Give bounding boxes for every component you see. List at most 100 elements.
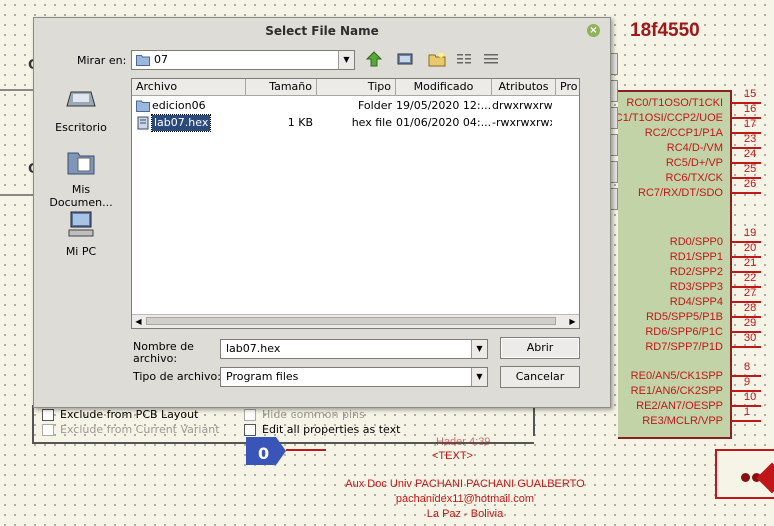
dialog-title: Select File Name bbox=[265, 24, 379, 38]
dialog-titlebar[interactable]: Select File Name × bbox=[34, 18, 610, 44]
credit-line: Aux Doc Univ PACHANI PACHANI GUALBERTO bbox=[345, 478, 585, 490]
exclude-variant-checkbox[interactable]: Exclude from Current Variant bbox=[42, 423, 220, 436]
filename-label: Nombre de archivo: bbox=[133, 340, 194, 365]
pin-line[interactable] bbox=[731, 420, 761, 422]
file-type: hex file bbox=[351, 116, 392, 129]
checkbox-label: Edit all properties as text bbox=[262, 423, 401, 436]
file-type: Folder bbox=[358, 99, 392, 112]
place-documents[interactable]: Mis Documen... bbox=[39, 148, 123, 209]
pin-number: 24 bbox=[744, 148, 757, 160]
column-header-modified[interactable]: Modificado bbox=[396, 79, 492, 95]
look-in-combo[interactable]: 07 ▼ bbox=[131, 50, 355, 70]
look-in-value: 07 bbox=[154, 53, 168, 66]
pin-line[interactable] bbox=[731, 192, 761, 194]
filetype-select[interactable]: Program files ▼ bbox=[220, 367, 488, 387]
pin-number: 22 bbox=[744, 272, 757, 284]
pin-label: RE2/AN7/OESPP bbox=[636, 400, 723, 412]
checkbox-label: Hide common pins bbox=[262, 408, 365, 421]
column-header-attributes[interactable]: Atributos bbox=[492, 79, 556, 95]
pin-label: RE0/AN5/CK1SPP bbox=[630, 370, 723, 382]
column-header-pro[interactable]: Pro bbox=[556, 79, 579, 95]
checkbox-box[interactable] bbox=[244, 423, 256, 436]
text-tag-ghost: Hader 4:39 bbox=[436, 436, 491, 448]
pin-number: 25 bbox=[744, 163, 757, 175]
pin-label: RD6/SPP6/P1C bbox=[645, 326, 723, 338]
chevron-down-icon[interactable]: ▼ bbox=[338, 51, 354, 69]
checkbox-box[interactable] bbox=[244, 408, 256, 421]
wire bbox=[533, 406, 535, 436]
credit-city: La Paz - Bolivia bbox=[426, 508, 504, 520]
file-list[interactable]: Archivo Tamaño Tipo Modificado Atributos… bbox=[131, 78, 580, 329]
up-folder-button[interactable] bbox=[364, 50, 384, 68]
pin-label: RD2/SPP2 bbox=[669, 266, 723, 278]
file-attributes: drwxrwxrwx bbox=[492, 99, 552, 112]
pin-label: RD7/SPP7/P1D bbox=[645, 341, 723, 353]
wire bbox=[0, 194, 33, 196]
scrollbar-thumb[interactable] bbox=[146, 317, 556, 325]
wire bbox=[0, 89, 33, 91]
column-header-type[interactable]: Tipo bbox=[317, 79, 396, 95]
pin-label: RD4/SPP4 bbox=[669, 296, 723, 308]
pin-number: 15 bbox=[744, 88, 757, 100]
pin-number: 20 bbox=[744, 242, 757, 254]
filename-input[interactable]: lab07.hex ▼ bbox=[220, 339, 488, 359]
pin-label: RD0/SPP0 bbox=[669, 236, 723, 248]
checkbox-box[interactable] bbox=[42, 423, 54, 436]
close-icon[interactable]: × bbox=[587, 24, 600, 37]
edit-all-checkbox[interactable]: Edit all properties as text bbox=[244, 423, 400, 436]
file-list-header: Archivo Tamaño Tipo Modificado Atributos… bbox=[132, 79, 579, 96]
port-flag-value: 0 bbox=[258, 444, 269, 463]
chevron-down-icon[interactable]: ▼ bbox=[471, 340, 487, 358]
details-view-icon bbox=[484, 54, 498, 64]
chip-name: 18f4550 bbox=[630, 20, 700, 41]
hide-pins-checkbox[interactable]: Hide common pins bbox=[244, 408, 365, 421]
pin-line[interactable] bbox=[731, 346, 761, 348]
new-folder-button[interactable] bbox=[427, 50, 447, 68]
chevron-down-icon[interactable]: ▼ bbox=[471, 368, 487, 386]
look-in-label: Mirar en: bbox=[77, 54, 127, 67]
file-row[interactable]: edicion06 Folder 19/05/2020 12:... drwxrwxr… bbox=[132, 98, 579, 114]
list-view-icon bbox=[457, 54, 471, 64]
file-name: edicion06 bbox=[152, 99, 206, 112]
desktop-icon bbox=[397, 53, 413, 65]
checkbox-label: Exclude from PCB Layout bbox=[60, 408, 199, 421]
pin-label: RC6/TX/CK bbox=[665, 172, 723, 184]
port-flag[interactable]: 0 bbox=[246, 437, 286, 465]
pin-number: 29 bbox=[744, 317, 757, 329]
cancel-button[interactable]: Cancelar bbox=[500, 366, 580, 388]
credit-email: pachanidex11@hotmail.com bbox=[395, 493, 535, 505]
scroll-left-icon[interactable]: ◀ bbox=[132, 315, 145, 328]
pin-number: 23 bbox=[744, 133, 757, 145]
exclude-pcb-checkbox[interactable]: Exclude from PCB Layout bbox=[42, 408, 198, 421]
place-label: Mis Documen... bbox=[49, 183, 113, 209]
hex-file-icon bbox=[136, 116, 150, 135]
checkbox-label: Exclude from Current Variant bbox=[60, 423, 220, 436]
pin-label: RE1/AN6/CK2SPP bbox=[630, 385, 723, 397]
details-view-button[interactable] bbox=[481, 50, 501, 68]
file-attributes: -rwxrwxrwx bbox=[492, 116, 552, 129]
column-header-name[interactable]: Archivo bbox=[132, 79, 246, 95]
desktop-icon bbox=[66, 91, 96, 107]
select-file-dialog: Select File Name × Mirar en: 07 ▼ Escrit… bbox=[33, 17, 611, 408]
pin-label: RC4/D-/VM bbox=[666, 142, 723, 154]
file-size: 1 KB bbox=[287, 116, 313, 129]
pin-number: 1 bbox=[744, 406, 751, 418]
connector[interactable] bbox=[715, 449, 774, 499]
file-modified: 01/06/2020 04:... bbox=[396, 116, 490, 129]
desktop-button[interactable] bbox=[395, 50, 415, 68]
pin-number: 26 bbox=[744, 178, 757, 190]
computer-icon bbox=[68, 211, 94, 237]
list-view-button[interactable] bbox=[454, 50, 474, 68]
pin-number: 19 bbox=[744, 227, 757, 239]
file-modified: 19/05/2020 12:... bbox=[396, 99, 490, 112]
open-button[interactable]: Abrir bbox=[500, 337, 580, 359]
column-header-size[interactable]: Tamaño bbox=[246, 79, 317, 95]
pin-number: 21 bbox=[744, 257, 757, 269]
scroll-right-icon[interactable]: ▶ bbox=[566, 315, 579, 328]
text-tag: <TEXT> bbox=[432, 450, 473, 462]
checkbox-box[interactable] bbox=[42, 408, 54, 421]
place-desktop[interactable]: Escritorio bbox=[39, 86, 123, 134]
file-row[interactable]: lab07.hex 1 KB hex file 01/06/2020 04:... -r… bbox=[132, 114, 579, 132]
horizontal-scrollbar[interactable]: ◀ ▶ bbox=[132, 314, 579, 328]
place-computer[interactable]: Mi PC bbox=[39, 210, 123, 258]
